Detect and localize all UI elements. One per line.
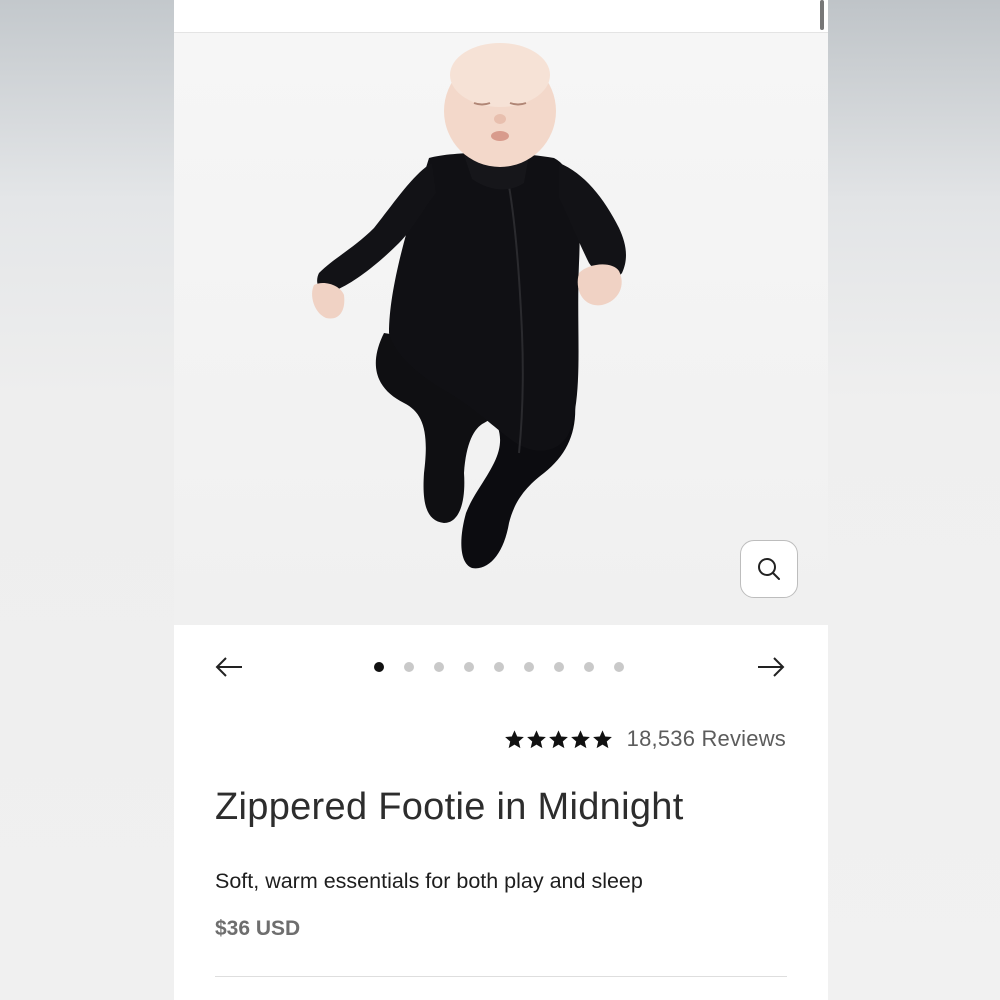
product-page: 18,536 Reviews Zippered Footie in Midnig…	[174, 0, 828, 1000]
star-icon	[548, 729, 568, 748]
carousel-dot[interactable]	[374, 662, 384, 672]
zoom-button[interactable]	[740, 540, 798, 598]
star-icon	[504, 729, 524, 748]
carousel-dot[interactable]	[524, 662, 534, 672]
background-right	[828, 0, 1000, 1000]
carousel-dots	[374, 662, 634, 674]
top-bar	[174, 0, 828, 33]
star-icon	[592, 729, 612, 748]
product-subtitle: Soft, warm essentials for both play and …	[215, 869, 643, 893]
product-photo	[312, 43, 626, 569]
carousel-nav	[174, 645, 828, 689]
carousel-dot[interactable]	[434, 662, 444, 672]
scrollbar[interactable]	[820, 0, 824, 30]
carousel-dot[interactable]	[494, 662, 504, 672]
background-left	[0, 0, 174, 1000]
carousel-dot[interactable]	[404, 662, 414, 672]
next-image-button[interactable]	[754, 651, 788, 683]
carousel-dot[interactable]	[554, 662, 564, 672]
star-rating	[504, 729, 613, 750]
carousel-dot[interactable]	[464, 662, 474, 672]
arrow-left-icon	[215, 657, 242, 677]
star-icon	[570, 729, 590, 748]
reviews-count[interactable]: 18,536 Reviews	[627, 726, 786, 752]
carousel-dot[interactable]	[584, 662, 594, 672]
product-title: Zippered Footie in Midnight	[215, 786, 684, 828]
carousel-dot[interactable]	[614, 662, 624, 672]
reviews-summary[interactable]: 18,536 Reviews	[494, 724, 786, 754]
search-icon	[758, 558, 780, 580]
prev-image-button[interactable]	[212, 651, 246, 683]
divider	[215, 976, 787, 977]
arrow-right-icon	[758, 657, 785, 677]
product-image[interactable]	[174, 33, 828, 625]
star-icon	[526, 729, 546, 748]
product-price: $36 USD	[215, 917, 301, 940]
